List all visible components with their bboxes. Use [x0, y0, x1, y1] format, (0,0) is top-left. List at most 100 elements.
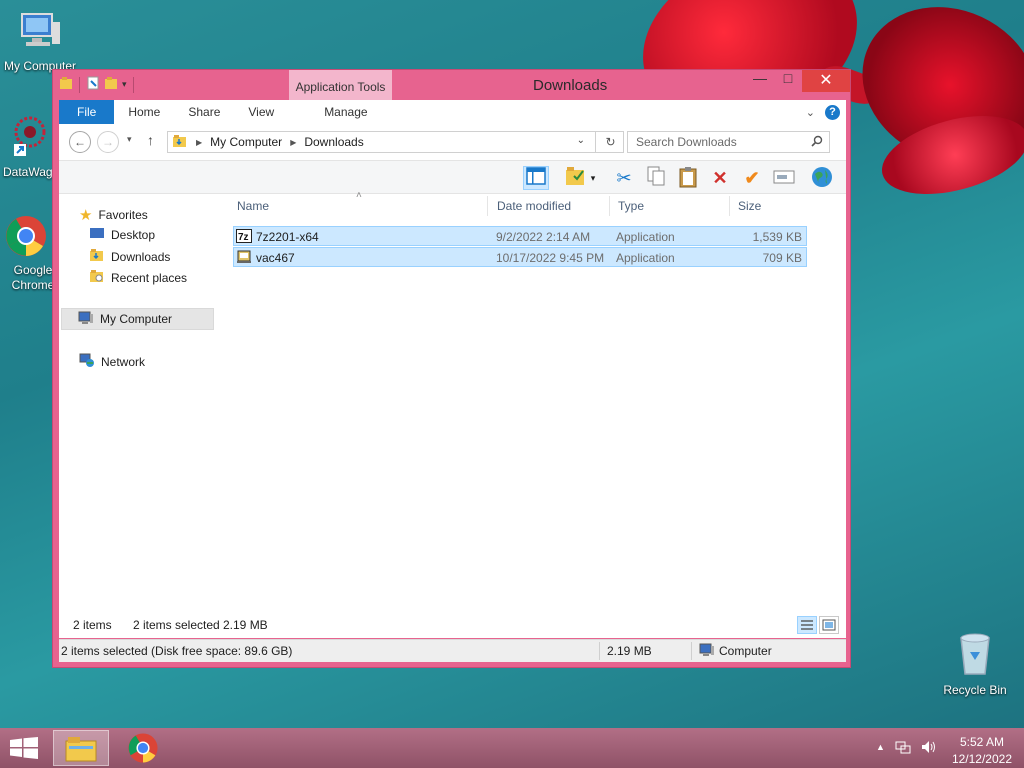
show-hidden-icons-icon[interactable]: ▲	[876, 740, 885, 757]
status-selected-count: 2 items selected	[133, 618, 220, 632]
tab-home[interactable]: Home	[114, 100, 174, 124]
desktop-icon	[89, 227, 105, 242]
network-status-icon[interactable]	[895, 740, 911, 757]
column-header-type[interactable]: Type	[618, 194, 644, 218]
status-bar: 2 items 2 items selected 2.19 MB	[59, 612, 846, 638]
column-header-size[interactable]: Size	[738, 194, 761, 218]
desktop-icon-my-computer[interactable]: My Computer	[0, 10, 80, 73]
breadcrumb-my-computer[interactable]: My Computer	[210, 135, 282, 149]
column-divider	[729, 196, 730, 216]
column-header-name[interactable]: Name	[237, 194, 269, 218]
file-size: 1,539 KB	[752, 230, 802, 244]
divider	[599, 642, 600, 660]
tab-file[interactable]: File	[59, 100, 115, 124]
status-item-count: 2 items	[73, 618, 112, 632]
folder-check-icon[interactable]	[563, 166, 589, 190]
recent-places-icon	[89, 269, 105, 286]
file-explorer-icon	[65, 737, 97, 762]
properties-icon[interactable]	[86, 76, 100, 93]
delete-icon[interactable]: ✕	[707, 166, 733, 190]
nav-downloads[interactable]: Downloads	[89, 248, 170, 265]
details-view-icon[interactable]	[797, 616, 817, 634]
preview-pane-icon[interactable]	[523, 166, 549, 190]
maximize-button[interactable]: □	[774, 70, 802, 92]
breadcrumb-downloads[interactable]: Downloads	[304, 135, 363, 149]
command-toolbar: ▾ ✂ ✕ ✔	[59, 160, 846, 194]
large-icons-view-icon[interactable]	[819, 616, 839, 634]
desktop-icon-recycle-bin[interactable]: Recycle Bin	[935, 630, 1015, 697]
network-icon	[79, 353, 95, 370]
up-arrow-icon[interactable]: ↑	[147, 132, 154, 148]
back-button[interactable]: ←	[69, 131, 91, 153]
explorer-window: ▾ Application Tools Downloads — □ ✕ File…	[52, 69, 851, 668]
details-text: 2 items selected (Disk free space: 89.6 …	[61, 644, 293, 658]
taskbar-file-explorer[interactable]	[53, 730, 109, 766]
system-tray: ▲	[876, 740, 937, 757]
installer-app-icon	[236, 250, 252, 267]
chevron-down-icon[interactable]: ▾	[587, 166, 599, 190]
ribbon-tabs: File Home Share View Manage ⌄ ?	[59, 100, 846, 124]
rename-icon[interactable]	[771, 166, 797, 190]
folder-icon[interactable]	[59, 76, 73, 93]
chevron-down-icon[interactable]: ⌄	[577, 135, 585, 146]
recycle-bin-icon	[935, 630, 1015, 681]
refresh-button[interactable]: ↻	[595, 131, 625, 153]
new-folder-icon[interactable]	[104, 76, 118, 93]
nav-desktop[interactable]: Desktop	[89, 227, 155, 242]
forward-button[interactable]: →	[97, 131, 119, 153]
separator	[79, 76, 80, 93]
computer-icon	[78, 311, 94, 328]
copy-icon[interactable]	[643, 166, 669, 190]
minimize-button[interactable]: —	[746, 70, 774, 92]
globe-icon[interactable]	[809, 166, 835, 190]
table-row[interactable]: 7z 7z2201-x64 9/2/2022 2:14 AM Applicati…	[233, 226, 807, 246]
paste-icon[interactable]	[675, 166, 701, 190]
file-name: 7z2201-x64	[256, 230, 319, 244]
nav-favorites[interactable]: ★ Favorites	[79, 206, 148, 224]
navigation-pane: ★ Favorites Desktop Downloads Recent pla…	[59, 194, 224, 608]
nav-label: Desktop	[111, 227, 156, 242]
nav-network[interactable]: Network	[79, 353, 145, 370]
status-selected-size: 2.19 MB	[223, 618, 268, 632]
file-type: Application	[616, 251, 675, 265]
sort-up-icon: ˄	[356, 190, 362, 201]
column-header-date[interactable]: Date modified	[497, 194, 571, 218]
recent-locations-icon[interactable]: ▾	[127, 134, 132, 145]
computer-icon	[699, 643, 715, 660]
nav-label: Favorites	[98, 208, 148, 222]
column-divider	[487, 196, 488, 216]
file-type: Application	[616, 230, 675, 244]
clock-date: 12/12/2022	[951, 752, 1012, 766]
volume-icon[interactable]	[921, 740, 937, 757]
explorer-content: ← → ▾ ↑ ▶ My Computer ▶ Downloads ⌄ ↻ Se…	[59, 124, 846, 638]
desktop-icon-chrome[interactable]: Google Chrome	[0, 214, 58, 293]
path-box[interactable]: ▶ My Computer ▶ Downloads ⌄	[167, 131, 624, 153]
star-icon: ★	[79, 207, 93, 224]
nav-my-computer[interactable]: My Computer	[61, 308, 214, 330]
taskbar-chrome[interactable]	[115, 730, 171, 766]
separator	[132, 76, 134, 93]
details-location: Computer	[719, 644, 772, 658]
tab-view[interactable]: View	[234, 100, 288, 124]
clock[interactable]: 5:52 AM 12/12/2022	[952, 732, 1012, 766]
expand-ribbon-icon[interactable]: ⌄	[806, 106, 815, 119]
cut-icon[interactable]: ✂	[611, 166, 637, 190]
svg-text:7z: 7z	[238, 232, 249, 243]
nav-recent-places[interactable]: Recent places	[89, 269, 187, 286]
search-input[interactable]: Search Downloads	[627, 131, 830, 153]
tab-share[interactable]: Share	[174, 100, 234, 124]
column-divider	[609, 196, 610, 216]
help-icon[interactable]: ?	[825, 104, 840, 120]
downloads-folder-icon	[89, 248, 105, 265]
chevron-right-icon: ▶	[196, 137, 203, 147]
checkmark-icon[interactable]: ✔	[739, 166, 765, 190]
tab-manage[interactable]: Manage	[310, 100, 382, 124]
close-button[interactable]: ✕	[802, 70, 850, 92]
title-bar[interactable]: ▾ Application Tools Downloads — □ ✕	[53, 70, 850, 100]
desktop-icon-label: Recycle Bin	[943, 683, 1007, 697]
7zip-app-icon: 7z	[236, 229, 252, 246]
taskbar: ▲ 5:52 AM 12/12/2022	[0, 728, 1024, 768]
chevron-down-icon[interactable]: ▾	[122, 79, 127, 90]
table-row[interactable]: vac467 10/17/2022 9:45 PM Application 70…	[233, 247, 807, 267]
start-button[interactable]	[10, 737, 38, 759]
